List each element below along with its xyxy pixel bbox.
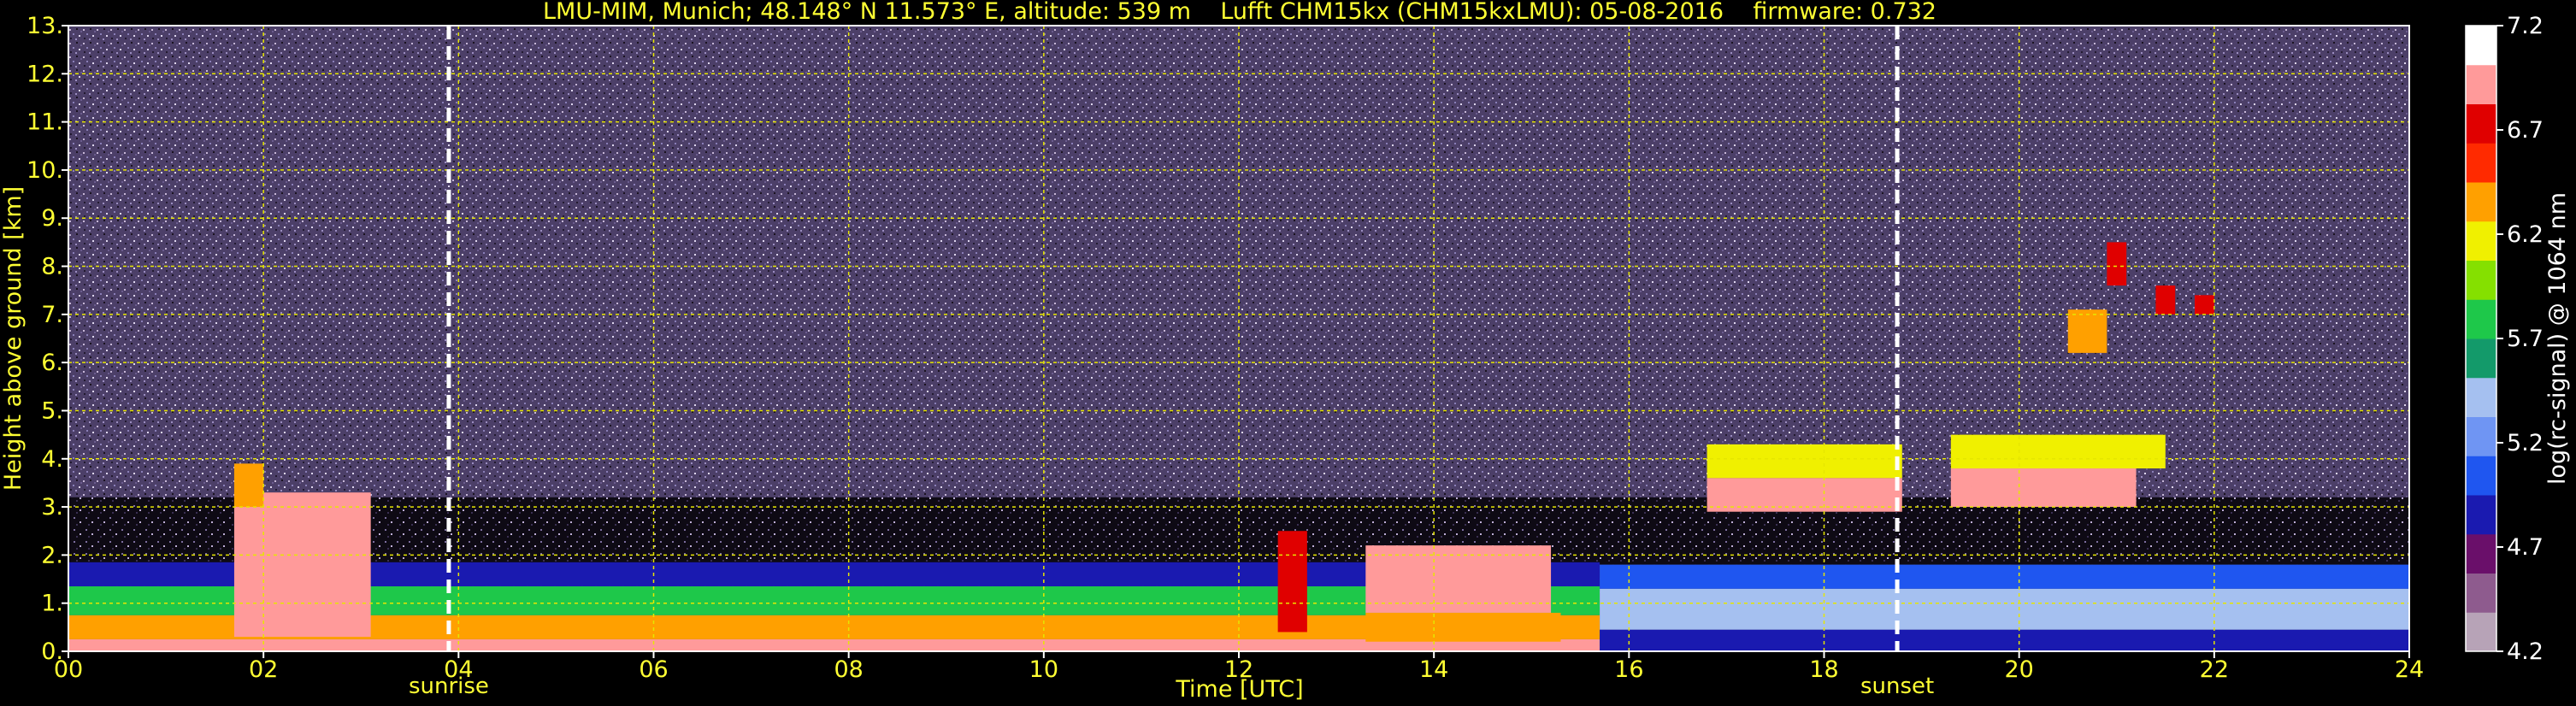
colorbar-segment — [2466, 416, 2496, 456]
ceilometer-figure: LMU-MIM, Munich; 48.148° N 11.573° E, al… — [0, 0, 2571, 703]
colorbar-tick-label: 6.7 — [2507, 117, 2544, 144]
colorbar-segment — [2466, 182, 2496, 222]
colorbar-tick-label: 4.2 — [2507, 638, 2544, 665]
y-tick-label: 4. — [41, 446, 63, 473]
signal-layer — [233, 463, 264, 508]
chart-title: LMU-MIM, Munich; 48.148° N 11.573° E, al… — [543, 0, 1936, 25]
signal-layer — [1277, 531, 1307, 632]
colorbar-segment — [2466, 456, 2496, 496]
colorbar-segment — [2466, 612, 2496, 652]
colorbar-segment — [2466, 299, 2496, 339]
plot-area — [68, 25, 2410, 652]
x-tick-label: 10 — [1029, 656, 1058, 683]
y-tick-label: 8. — [41, 254, 63, 280]
signal-layer — [1950, 468, 2137, 508]
y-axis-label: Height above ground [km] — [0, 186, 27, 491]
colorbar-segment — [2466, 143, 2496, 183]
colorbar-segment — [2466, 573, 2496, 613]
x-tick-label: 24 — [2395, 656, 2424, 683]
y-tick-label: 2. — [41, 542, 63, 568]
y-tick-label: 1. — [41, 591, 63, 617]
colorbar-segment — [2466, 377, 2496, 417]
colorbar-segment — [2466, 64, 2496, 104]
y-tick-label: 13. — [27, 13, 63, 39]
x-tick-label: 20 — [2004, 656, 2033, 683]
signal-layer — [1365, 612, 1561, 642]
signal-layer — [2155, 285, 2176, 315]
signal-layer — [1600, 588, 2409, 630]
marker-label-sunrise: sunrise — [409, 674, 489, 699]
x-tick-label: 08 — [834, 656, 863, 683]
x-tick-label: 18 — [1809, 656, 1838, 683]
sun-marker-labels: sunrise sunset — [409, 674, 1934, 699]
signal-layer — [1600, 629, 2409, 651]
colorbar-tick-label: 6.2 — [2507, 221, 2544, 248]
x-tick-label: 02 — [249, 656, 278, 683]
y-tick-label: 11. — [27, 109, 63, 136]
x-tick-label: 14 — [1419, 656, 1448, 683]
signal-layer — [1600, 564, 2409, 589]
colorbar-segment — [2466, 26, 2496, 66]
signal-layer — [2195, 295, 2214, 315]
y-tick-label: 10. — [27, 157, 63, 184]
colorbar-segment — [2466, 221, 2496, 261]
signal-layer — [1707, 444, 1902, 479]
y-tick-label: 6. — [41, 350, 63, 376]
y-tick-label: 5. — [41, 397, 63, 424]
colorbar: 4.2 4.7 5.2 5.7 6.2 6.7 7.2 — [2465, 13, 2544, 665]
y-tick-label: 7. — [41, 302, 63, 328]
y-tick-label: 0. — [41, 638, 63, 665]
signal-layer — [2107, 242, 2127, 286]
y-tick-label: 12. — [27, 61, 63, 87]
y-tick-label: 3. — [41, 494, 63, 521]
y-axis-ticks: 0. 1. 2. 3. 4. 5. 6. 7. 8. 9. 10. 11. 12. 13. — [27, 13, 68, 665]
signal-layer — [2067, 309, 2107, 353]
colorbar-segment — [2466, 260, 2496, 300]
x-axis-label: Time [UTC] — [1175, 676, 1303, 703]
colorbar-segment — [2466, 495, 2496, 535]
colorbar-tick-label: 5.2 — [2507, 430, 2544, 456]
signal-layer — [1950, 434, 2166, 469]
marker-label-sunset: sunset — [1860, 674, 1934, 699]
y-tick-label: 9. — [41, 205, 63, 232]
colorbar-tick-label: 7.2 — [2507, 13, 2544, 39]
x-tick-label: 22 — [2200, 656, 2229, 683]
colorbar-tick-label: 4.7 — [2507, 534, 2544, 561]
signal-layer — [1707, 478, 1902, 512]
signal-layer — [233, 492, 371, 638]
colorbar-tick-label: 5.7 — [2507, 326, 2544, 352]
colorbar-segment — [2466, 533, 2496, 574]
colorbar-segment — [2466, 338, 2496, 379]
colorbar-label: log(rc-signal) @ 1064 nm — [2544, 192, 2571, 485]
x-tick-label: 16 — [1614, 656, 1643, 683]
colorbar-segment — [2466, 103, 2496, 144]
x-tick-label: 06 — [639, 656, 668, 683]
